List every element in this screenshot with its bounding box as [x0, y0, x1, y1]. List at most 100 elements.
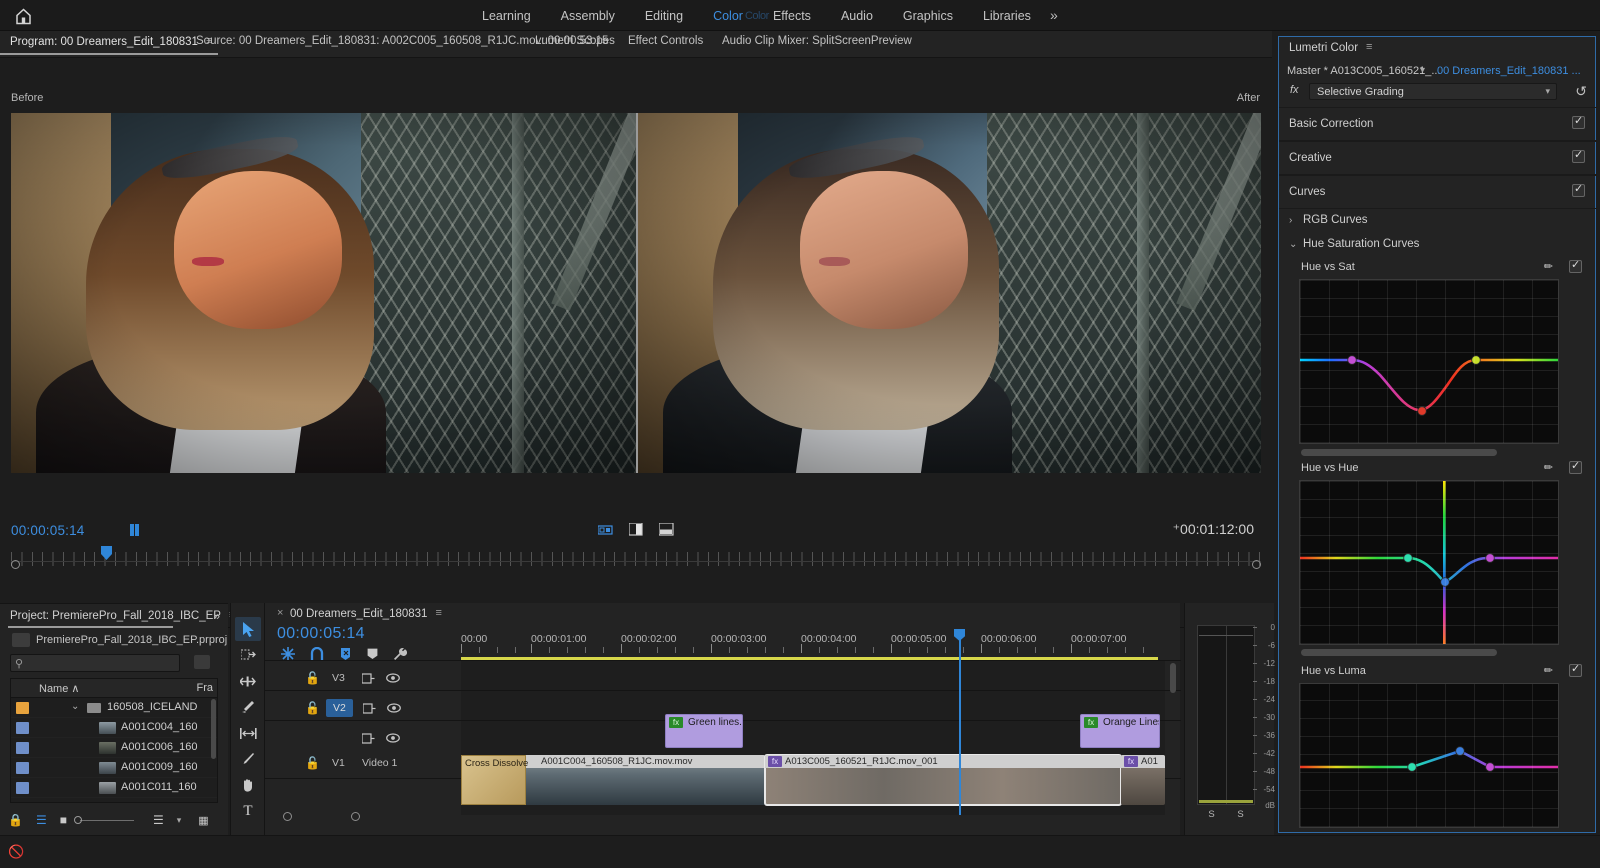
section-checkbox[interactable] [1572, 184, 1585, 197]
timeline-transition-cross-dissolve[interactable]: Cross Dissolve [461, 755, 526, 805]
timeline-clip-orange-lines[interactable]: fx Orange Lines.mo [1080, 714, 1160, 748]
slip-tool[interactable] [235, 721, 261, 745]
eyedropper-icon[interactable]: ✏ [1544, 664, 1553, 677]
linked-selection-icon[interactable] [339, 647, 352, 661]
toggle-track-output-eye-icon[interactable] [386, 733, 400, 744]
razor-tool[interactable] [235, 695, 261, 719]
channel-label-left[interactable]: S [1208, 809, 1214, 820]
monitor-duration-timecode[interactable]: ⁺00:01:12:00 [1173, 521, 1254, 538]
preset-dropdown[interactable]: Selective Grading ▾ [1309, 83, 1557, 100]
timeline-sequence-title[interactable]: 00 Dreamers_Edit_180831≡ [290, 607, 442, 620]
selection-tool[interactable] [235, 617, 261, 641]
ripple-edit-tool[interactable] [235, 669, 261, 693]
workspace-tab-learning[interactable]: Learning [480, 7, 533, 25]
tab-lumetri-scopes[interactable]: Lumetri Scopes [535, 35, 615, 47]
curve-graph-hue-vs-hue[interactable] [1299, 480, 1559, 645]
hue-vs-sat-hscrollbar[interactable] [1301, 449, 1497, 456]
find-icon[interactable] [194, 655, 210, 669]
curve-graph-hue-vs-sat[interactable] [1299, 279, 1559, 444]
zoom-slider[interactable] [80, 820, 134, 821]
hue-vs-hue-hscrollbar[interactable] [1301, 649, 1497, 656]
list-item[interactable]: ⌄ 160508_ICELAND [11, 698, 217, 718]
sync-lock-icon[interactable] [363, 703, 376, 714]
timeline-clip-green-lines[interactable]: fx Green lines.mo [665, 714, 743, 748]
section-basic-correction[interactable]: Basic Correction [1279, 107, 1597, 141]
lumetri-panel-title[interactable]: Lumetri Color≡ [1289, 41, 1372, 54]
tab-program-monitor[interactable]: Program: 00 Dreamers_Edit_180831≡ [10, 35, 212, 48]
column-header-name[interactable]: Name ∧ [39, 682, 79, 695]
curve-checkbox-hue-vs-hue[interactable] [1569, 461, 1582, 474]
zoom-handle-right[interactable] [351, 812, 360, 821]
workspace-tab-libraries[interactable]: Libraries [981, 7, 1033, 25]
close-icon[interactable]: × [277, 607, 283, 619]
zoom-handle-left[interactable] [11, 560, 20, 569]
project-item-list[interactable]: Name ∧ Fra ⌄ 160508_ICELAND A001C004_160… [10, 678, 218, 803]
new-bin-lock-icon[interactable]: 🔒 [8, 813, 23, 827]
split-view-marker-icon[interactable] [128, 523, 142, 537]
project-panel-tab[interactable]: Project: PremierePro_Fall_2018_IBC_EP≡ [10, 609, 235, 622]
timeline-clip-a01[interactable]: fx A01 [1121, 755, 1165, 805]
monitor-playhead[interactable] [101, 546, 112, 560]
sequence-name-link[interactable]: 00 Dreamers_Edit_180831 ... [1437, 65, 1581, 77]
workspace-tab-editing[interactable]: Editing [643, 7, 685, 25]
track-name-label[interactable]: V2 [326, 699, 353, 717]
pen-tool[interactable] [235, 747, 261, 771]
list-item[interactable]: A001C009_160 [11, 758, 217, 778]
timeline-clip-a013c005-selected[interactable]: fx A013C005_160521_R1JC.mov_001 [765, 755, 1121, 805]
sync-lock-icon[interactable] [362, 733, 375, 744]
settings-icon[interactable] [598, 525, 613, 535]
timeline-settings-icon[interactable] [393, 647, 407, 661]
workspace-tab-assembly[interactable]: Assembly [559, 7, 617, 25]
master-clip-selector[interactable]: Master * A013C005_160521_... [1287, 65, 1441, 77]
icon-view-icon[interactable]: ■ [60, 813, 67, 827]
zoom-handle-left[interactable] [283, 812, 292, 821]
list-item[interactable]: A001C006_160 [11, 738, 217, 758]
lock-icon[interactable]: 🔓 [305, 701, 320, 715]
list-item[interactable]: A001C011_160 [11, 778, 217, 798]
track-header-v2[interactable]: 🔓 V2 [265, 696, 461, 720]
timeline-vertical-scrollbar[interactable] [1170, 663, 1176, 693]
chevron-down-icon[interactable]: ▾ [177, 815, 182, 826]
tab-audio-clip-mixer[interactable]: Audio Clip Mixer: SplitScreenPreview [722, 35, 912, 47]
workspace-tab-audio[interactable]: Audio [839, 7, 875, 25]
chevron-down-icon[interactable]: ⌄ [1289, 239, 1297, 250]
timeline-playhead-timecode[interactable]: 00:00:05:14 [277, 625, 365, 643]
workspace-tab-effects[interactable]: Effects [771, 7, 813, 25]
subsection-rgb-curves[interactable]: › RGB Curves [1279, 211, 1597, 233]
curve-checkbox-hue-vs-luma[interactable] [1569, 664, 1582, 677]
channel-label-right[interactable]: S [1237, 809, 1243, 820]
chevron-down-icon[interactable]: ⌄ [71, 701, 79, 712]
type-tool[interactable]: T [235, 799, 261, 823]
track-select-forward-tool[interactable] [235, 643, 261, 667]
track-header-v3[interactable]: 🔓 V3 [265, 666, 461, 690]
timeline-zoom-scrollbar[interactable] [277, 813, 1167, 821]
audio-meter-track[interactable] [1197, 625, 1255, 805]
section-checkbox[interactable] [1572, 150, 1585, 163]
column-header-framerate[interactable]: Fra [197, 682, 214, 694]
lock-icon[interactable]: 🔓 [305, 671, 320, 685]
snap-icon[interactable] [310, 647, 324, 661]
monitor-zoom-scrollbar[interactable] [11, 560, 1261, 570]
insert-overwrite-sequence-icon[interactable] [281, 647, 295, 661]
section-checkbox[interactable] [1572, 116, 1585, 129]
eyedropper-icon[interactable]: ✏ [1544, 260, 1553, 273]
chevron-right-icon[interactable]: › [1289, 215, 1292, 226]
tab-effect-controls[interactable]: Effect Controls [628, 35, 703, 47]
toggle-track-output-eye-icon[interactable] [387, 703, 401, 714]
workspace-tab-color[interactable]: ColorColor [711, 7, 745, 25]
monitor-current-timecode[interactable]: 00:00:05:14 [11, 523, 85, 538]
home-icon[interactable] [12, 5, 34, 27]
eyedropper-icon[interactable]: ✏ [1544, 461, 1553, 474]
split-screen-preview[interactable] [11, 113, 1261, 473]
section-curves[interactable]: Curves [1279, 175, 1597, 209]
list-scrollbar[interactable] [211, 699, 216, 759]
chevron-down-icon[interactable]: ▾ [1420, 65, 1425, 76]
sync-lock-icon[interactable] [362, 673, 375, 684]
workspace-tab-graphics[interactable]: Graphics [901, 7, 955, 25]
lock-icon[interactable]: 🔓 [305, 756, 320, 770]
timeline-time-ruler[interactable]: 00:00 00:00:01:00 00:00:02:00 00:00:03:0… [461, 633, 1165, 657]
zoom-handle-right[interactable] [1252, 560, 1261, 569]
list-item[interactable]: A001C004_160 [11, 718, 217, 738]
track-header-v1[interactable]: 🔓 V1 Video 1 [265, 752, 461, 774]
sort-icon[interactable]: ☰ [153, 813, 164, 827]
